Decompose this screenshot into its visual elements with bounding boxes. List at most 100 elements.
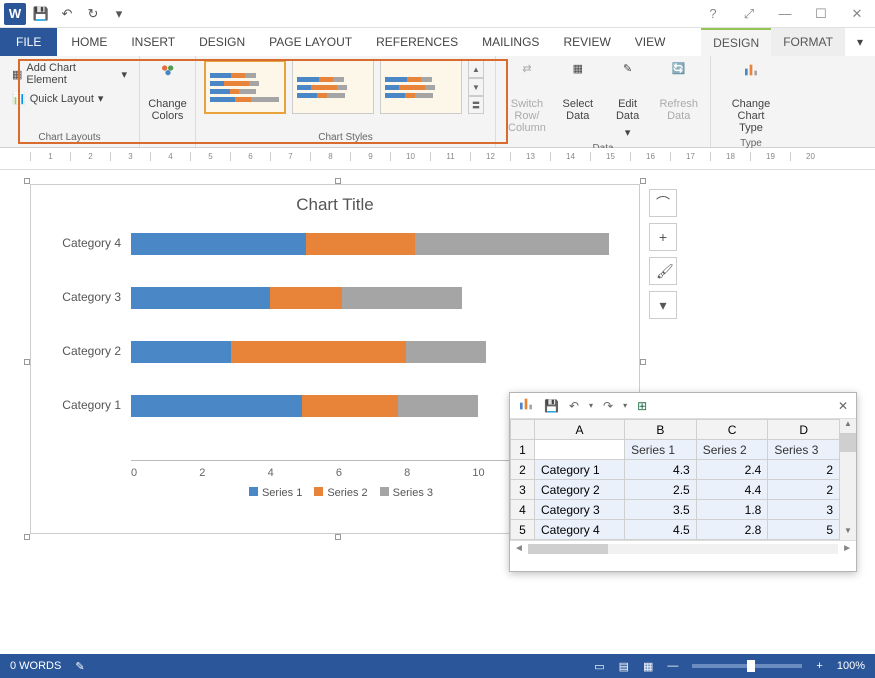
chart-datasheet-window[interactable]: 💾 ↶ ▾ ↷ ▾ ⊞ ✕ ABCD1Series 1Series 2Serie… [509, 392, 857, 572]
change-chart-type-button[interactable]: Change Chart Type [721, 60, 781, 136]
row-header[interactable]: 5 [511, 520, 535, 540]
tab-insert[interactable]: INSERT [119, 28, 187, 56]
help-icon[interactable]: ? [699, 6, 727, 22]
qat-more-icon[interactable]: ▾ [108, 3, 130, 25]
cell[interactable]: 5 [768, 520, 840, 540]
style-thumb-2[interactable] [292, 60, 374, 114]
segment-series-1[interactable] [131, 287, 270, 309]
chart-elements-button[interactable]: + [649, 223, 677, 251]
tab-chart-design[interactable]: DESIGN [701, 28, 771, 56]
chart-title[interactable]: Chart Title [31, 185, 639, 221]
select-data-button[interactable]: ▦ Select Data [556, 60, 600, 124]
gallery-scroll[interactable]: ▲ ▼ 〓 [468, 60, 484, 114]
cell[interactable]: Category 1 [535, 460, 625, 480]
bar-category-2[interactable]: Category 2 [131, 341, 609, 363]
datasheet-hscroll[interactable]: ◄ ► [510, 540, 856, 556]
segment-series-2[interactable] [270, 287, 342, 309]
undo-icon[interactable]: ↶ [569, 399, 579, 413]
segment-series-3[interactable] [415, 233, 609, 255]
word-app-icon[interactable]: W [4, 3, 26, 25]
save-button[interactable]: 💾 [30, 3, 52, 25]
segment-series-1[interactable] [131, 233, 306, 255]
cell[interactable]: 4.4 [696, 480, 768, 500]
segment-series-1[interactable] [131, 395, 302, 417]
chart-filters-button[interactable]: ▾ [649, 291, 677, 319]
tab-mailings[interactable]: MAILINGS [470, 28, 551, 56]
open-excel-icon[interactable]: ⊞ [637, 399, 647, 413]
cell[interactable]: 2.5 [625, 480, 697, 500]
scroll-left-icon[interactable]: ◄ [514, 543, 524, 554]
row-header[interactable]: 3 [511, 480, 535, 500]
word-count[interactable]: 0 WORDS [10, 660, 61, 672]
save-icon[interactable]: 💾 [544, 399, 559, 413]
chevron-down-icon[interactable]: ▾ [623, 401, 627, 410]
col-header[interactable]: C [696, 420, 768, 440]
chart-styles-button[interactable]: 🖌 [649, 257, 677, 285]
close-icon[interactable]: ✕ [843, 6, 871, 22]
row-header[interactable]: 4 [511, 500, 535, 520]
datasheet-grid[interactable]: ABCD1Series 1Series 2Series 32Category 1… [510, 419, 840, 540]
cell[interactable]: 2 [768, 460, 840, 480]
view-read-icon[interactable]: ▭ [594, 660, 604, 673]
tab-chart-format[interactable]: FORMAT [771, 28, 845, 56]
style-thumb-1[interactable] [204, 60, 286, 114]
col-header[interactable]: B [625, 420, 697, 440]
cell[interactable]: Category 2 [535, 480, 625, 500]
change-colors-button[interactable]: Change Colors [144, 60, 191, 124]
cell[interactable]: Series 3 [768, 440, 840, 460]
cell[interactable]: Category 4 [535, 520, 625, 540]
close-icon[interactable]: ✕ [838, 399, 848, 413]
chart-styles-gallery[interactable]: ▲ ▼ 〓 [204, 60, 484, 114]
redo-button[interactable]: ↻ [82, 3, 104, 25]
tab-file[interactable]: FILE [0, 28, 57, 56]
quick-layout-button[interactable]: 📊 Quick Layout▾ [8, 90, 107, 107]
col-header[interactable]: A [535, 420, 625, 440]
tab-review[interactable]: REVIEW [551, 28, 622, 56]
bar-category-4[interactable]: Category 4 [131, 233, 609, 255]
cell[interactable]: Category 3 [535, 500, 625, 520]
zoom-slider[interactable] [692, 664, 802, 668]
tab-view[interactable]: VIEW [623, 28, 678, 56]
chevron-down-icon[interactable]: ▾ [589, 401, 593, 410]
cell[interactable]: 3.5 [625, 500, 697, 520]
segment-series-1[interactable] [131, 341, 231, 363]
ribbon-display-icon[interactable]: ⤢ [735, 6, 763, 22]
tab-home[interactable]: HOME [59, 28, 119, 56]
cell[interactable]: 3 [768, 500, 840, 520]
cell[interactable]: 4.5 [625, 520, 697, 540]
horizontal-ruler[interactable]: 1234567891011121314151617181920 [0, 148, 875, 170]
segment-series-2[interactable] [231, 341, 406, 363]
segment-series-3[interactable] [398, 395, 478, 417]
undo-button[interactable]: ↶ [56, 3, 78, 25]
cell[interactable]: 2.8 [696, 520, 768, 540]
segment-series-3[interactable] [342, 287, 462, 309]
bar-category-3[interactable]: Category 3 [131, 287, 609, 309]
more-icon[interactable]: 〓 [468, 96, 484, 114]
cell[interactable]: Series 2 [696, 440, 768, 460]
view-print-icon[interactable]: ▤ [619, 660, 629, 673]
cell[interactable] [535, 440, 625, 460]
col-header[interactable] [511, 420, 535, 440]
cell[interactable]: 4.3 [625, 460, 697, 480]
zoom-level[interactable]: 100% [837, 660, 865, 672]
tab-references[interactable]: REFERENCES [364, 28, 470, 56]
tab-design[interactable]: DESIGN [187, 28, 257, 56]
proofing-icon[interactable]: ✎ [75, 660, 84, 673]
segment-series-3[interactable] [406, 341, 486, 363]
datasheet-vscroll[interactable]: ▲▼ [840, 419, 856, 540]
minimize-icon[interactable]: — [771, 6, 799, 22]
segment-series-2[interactable] [306, 233, 415, 255]
cell[interactable]: 1.8 [696, 500, 768, 520]
tab-page-layout[interactable]: PAGE LAYOUT [257, 28, 364, 56]
add-chart-element-button[interactable]: ▦ Add Chart Element▾ [8, 60, 131, 88]
collapse-ribbon-icon[interactable]: ▾ [845, 28, 875, 56]
segment-series-2[interactable] [302, 395, 398, 417]
chevron-up-icon[interactable]: ▲ [468, 60, 484, 78]
cell[interactable]: 2.4 [696, 460, 768, 480]
zoom-out-button[interactable]: — [667, 660, 678, 672]
redo-icon[interactable]: ↷ [603, 399, 613, 413]
zoom-in-button[interactable]: + [816, 660, 822, 672]
row-header[interactable]: 2 [511, 460, 535, 480]
row-header[interactable]: 1 [511, 440, 535, 460]
cell[interactable]: 2 [768, 480, 840, 500]
